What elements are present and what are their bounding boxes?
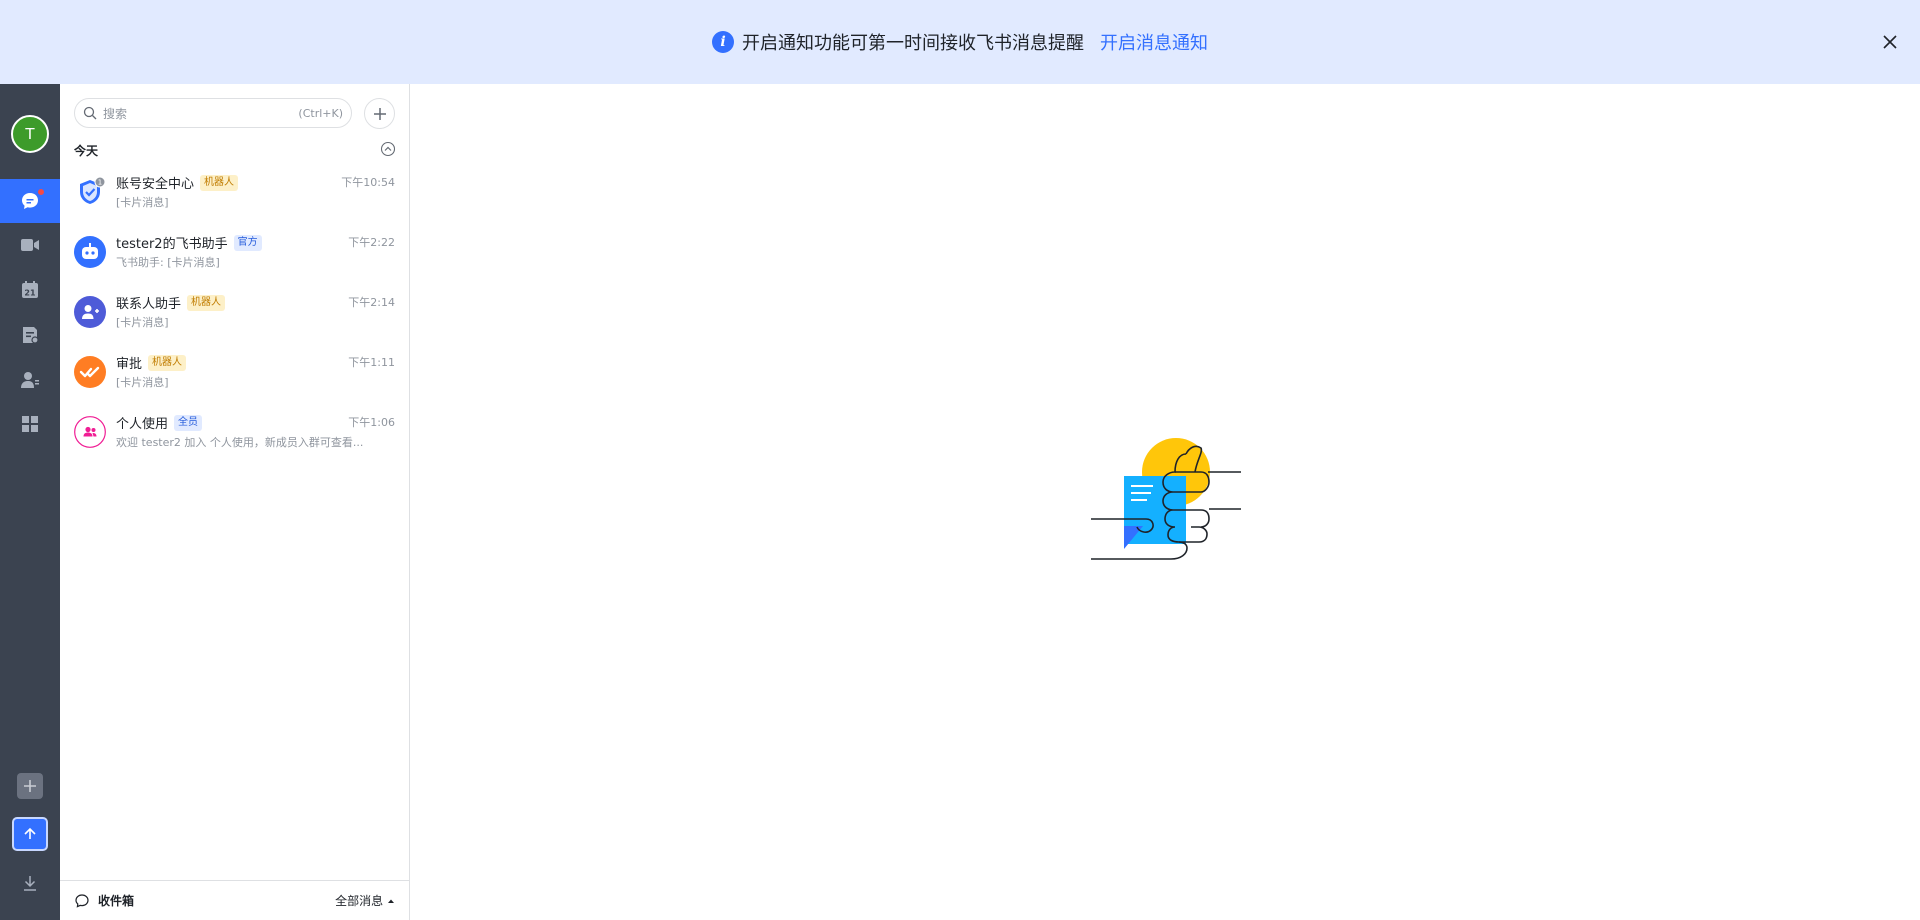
- official-tag: 官方: [233, 234, 262, 251]
- svg-text:21: 21: [24, 289, 36, 298]
- unread-dot: [37, 188, 45, 196]
- chat-preview: [卡片消息]: [116, 376, 169, 389]
- collapse-icon[interactable]: [380, 141, 396, 157]
- chat-preview: [卡片消息]: [116, 316, 169, 329]
- search-shortcut: (Ctrl+K): [298, 106, 343, 120]
- all-members-tag: 全员: [174, 414, 203, 431]
- list-item[interactable]: 1 账号安全中心 机器人 下午10:54 [卡片消息]: [60, 164, 409, 224]
- chat-name: tester2的飞书助手: [116, 237, 228, 252]
- chat-preview: [卡片消息]: [116, 196, 169, 209]
- upgrade-button[interactable]: [12, 817, 48, 851]
- inbox-button[interactable]: 收件箱: [98, 892, 335, 909]
- inbox-icon: [75, 893, 89, 908]
- info-icon: i: [712, 31, 734, 53]
- notification-banner: i 开启通知功能可第一时间接收飞书消息提醒 开启消息通知: [0, 0, 1920, 84]
- filter-label: 全部消息: [335, 894, 384, 908]
- chat-list: 1 账号安全中心 机器人 下午10:54 [卡片消息] tester2的飞书助手…: [60, 164, 409, 464]
- panel-footer: 收件箱 全部消息: [60, 880, 409, 920]
- close-icon[interactable]: [1878, 30, 1902, 54]
- approval-icon: [74, 356, 106, 388]
- docs-icon: [23, 327, 39, 344]
- nav-contacts[interactable]: [0, 358, 60, 402]
- search-placeholder: 搜索: [103, 106, 128, 121]
- contact-icon: [74, 296, 106, 328]
- nav-calendar[interactable]: 21: [0, 268, 60, 312]
- bot-tag: 机器人: [148, 354, 187, 371]
- create-button[interactable]: [364, 98, 395, 129]
- nav-video[interactable]: [0, 223, 60, 267]
- chat-name: 个人使用: [116, 417, 169, 432]
- banner-message: 开启通知功能可第一时间接收飞书消息提醒: [742, 33, 1084, 54]
- caret-up-icon: [388, 899, 394, 903]
- apps-grid-icon: [22, 416, 38, 432]
- chat-time: 下午2:14: [348, 296, 395, 309]
- arrow-up-icon: [24, 827, 36, 839]
- svg-text:1: 1: [98, 179, 102, 187]
- chat-preview: 欢迎 tester2 加入 个人使用，新成员入群可查看...: [116, 436, 364, 449]
- chat-list-panel: 搜索 (Ctrl+K) 今天 1 账号安全中心 机器人 下午10:54 [卡片消…: [60, 84, 410, 920]
- download-icon: [24, 876, 36, 891]
- nav-rail: T 21: [0, 84, 60, 920]
- video-icon: [21, 239, 39, 251]
- bot-tag: 机器人: [200, 174, 239, 191]
- group-icon: [74, 416, 106, 448]
- plus-icon: [373, 107, 386, 120]
- bot-icon: [74, 236, 106, 268]
- shield-icon: 1: [74, 176, 106, 208]
- enable-notification-link[interactable]: 开启消息通知: [1100, 29, 1208, 55]
- contacts-icon: [21, 372, 39, 388]
- chat-name: 账号安全中心: [116, 177, 195, 192]
- download-button[interactable]: [18, 871, 42, 895]
- calendar-icon: 21: [22, 281, 38, 298]
- chat-time: 下午1:06: [348, 416, 395, 429]
- message-filter-dropdown[interactable]: 全部消息: [335, 892, 395, 909]
- main-content: [411, 84, 1920, 920]
- chat-time: 下午2:22: [348, 236, 395, 249]
- search-input[interactable]: 搜索 (Ctrl+K): [74, 98, 352, 128]
- chat-time: 下午1:11: [348, 356, 395, 369]
- chat-time: 下午10:54: [341, 176, 395, 189]
- nav-messages[interactable]: [0, 179, 60, 223]
- list-item[interactable]: tester2的飞书助手 官方 下午2:22 飞书助手: [卡片消息]: [60, 224, 409, 284]
- chat-name: 审批: [116, 357, 143, 372]
- nav-workplace[interactable]: [0, 402, 60, 446]
- nav-docs[interactable]: [0, 313, 60, 357]
- chat-name: 联系人助手: [116, 297, 182, 312]
- add-app-button[interactable]: [17, 773, 43, 799]
- section-title: 今天: [74, 144, 99, 158]
- list-item[interactable]: 审批 机器人 下午1:11 [卡片消息]: [60, 344, 409, 404]
- list-item[interactable]: 个人使用 全员 下午1:06 欢迎 tester2 加入 个人使用，新成员入群可…: [60, 404, 409, 464]
- search-icon: [83, 106, 97, 120]
- chat-preview: 飞书助手: [卡片消息]: [116, 256, 220, 269]
- thumbs-up-illustration: [1091, 438, 1241, 560]
- bot-tag: 机器人: [187, 294, 226, 311]
- avatar[interactable]: T: [11, 115, 49, 153]
- plus-icon: [24, 780, 36, 792]
- list-item[interactable]: 联系人助手 机器人 下午2:14 [卡片消息]: [60, 284, 409, 344]
